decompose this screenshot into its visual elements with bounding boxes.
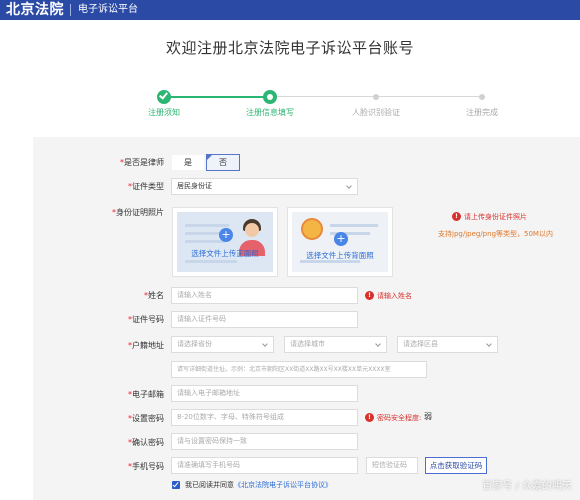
error-icon: ! <box>365 291 374 300</box>
id-back-upload[interactable]: + 选择文件上传背面照 <box>287 207 393 277</box>
id-front-placeholder: + 选择文件上传正面照 <box>177 212 273 272</box>
chevron-down-icon <box>486 341 492 347</box>
step-label-notice: 注册须知 <box>148 108 180 117</box>
password-strength-label: 密码安全程度: <box>377 414 422 422</box>
district-select[interactable]: 请选择区县 <box>397 336 498 353</box>
lawyer-no-option[interactable]: 否 <box>206 154 240 171</box>
email-input[interactable]: 请输入电子邮箱地址 <box>171 385 358 402</box>
city-select[interactable]: 请选择城市 <box>284 336 387 353</box>
page-title: 欢迎注册北京法院电子诉讼平台账号 <box>165 39 414 57</box>
step-complete-icon <box>157 90 171 104</box>
phone-input[interactable]: 请准确填写手机号码 <box>171 457 358 474</box>
error-icon: ! <box>365 413 374 422</box>
step-label-fill-info: 注册信息填写 <box>246 108 294 117</box>
lawyer-label: *是否是律师 <box>120 158 164 167</box>
id-number-label: *证件号码 <box>128 315 164 324</box>
step-current-icon <box>263 90 277 104</box>
id-type-label: *证件类型 <box>128 182 164 191</box>
password-strength-value: 弱 <box>424 412 432 421</box>
top-header-bar: 北京法院 电子诉讼平台 <box>0 0 580 20</box>
add-icon: + <box>334 232 348 246</box>
watermark: 百家号 / 众嘉的明天 <box>482 481 572 492</box>
step-progress-done-line <box>164 96 270 98</box>
household-label: *户籍地址 <box>128 341 164 350</box>
confirm-password-input[interactable]: 请与设置密码保持一致 <box>171 433 358 450</box>
upload-back-text: 选择文件上传背面照 <box>306 251 374 260</box>
id-photo-label: *身份证明照片 <box>112 208 164 217</box>
national-emblem-icon <box>301 218 323 240</box>
step-pending-icon <box>373 94 379 100</box>
error-icon: ! <box>452 212 461 221</box>
brand-divider <box>70 4 71 16</box>
agreement-text: 我已阅读并同意《北京法院电子诉讼平台协议》 <box>185 481 332 489</box>
platform-name: 电子诉讼平台 <box>78 4 138 15</box>
confirm-password-label: *确认密码 <box>128 438 164 447</box>
password-input[interactable]: 8-20位数字、字母、特殊符号组成 <box>171 409 358 426</box>
step-label-face-verify: 人脸识别验证 <box>352 108 400 117</box>
id-type-select[interactable]: 居民身份证 <box>171 178 358 195</box>
id-photo-warning: 请上传身份证件照片 <box>464 213 527 221</box>
phone-label: *手机号码 <box>128 462 164 471</box>
portrait-face <box>245 223 259 237</box>
email-label: *电子邮箱 <box>128 390 164 399</box>
name-label: *姓名 <box>144 291 164 300</box>
lawyer-yes-option[interactable]: 是 <box>171 154 205 171</box>
id-front-upload[interactable]: + 选择文件上传正面照 <box>172 207 278 277</box>
password-label: *设置密码 <box>128 414 164 423</box>
id-photo-format-hint: 支持jpg/jpeg/png等类型，50M以内 <box>438 230 553 238</box>
address-detail-input[interactable]: 请写详细街道住址。示例：北京市朝阳区XX街道XX路XX号XX楼XX单元XXXX室 <box>171 361 427 378</box>
id-number-input[interactable]: 请输入证件号码 <box>171 311 358 328</box>
brand-logo-text[interactable]: 北京法院 <box>6 1 64 19</box>
add-icon: + <box>219 228 233 242</box>
id-back-placeholder: + 选择文件上传背面照 <box>292 212 388 272</box>
sms-code-input[interactable]: 短信验证码 <box>366 457 418 474</box>
name-input[interactable]: 请输入姓名 <box>171 287 358 304</box>
agreement-link[interactable]: 《北京法院电子诉讼平台协议》 <box>234 481 332 489</box>
agreement-checkbox[interactable] <box>172 481 180 489</box>
province-select[interactable]: 请选择省份 <box>171 336 274 353</box>
step-pending-icon <box>479 94 485 100</box>
chevron-down-icon <box>346 183 352 189</box>
get-sms-code-button[interactable]: 点击获取验证码 <box>425 457 487 474</box>
upload-front-text: 选择文件上传正面照 <box>191 249 259 258</box>
chevron-down-icon <box>375 341 381 347</box>
name-error-text: 请输入姓名 <box>377 292 412 300</box>
chevron-down-icon <box>262 341 268 347</box>
step-label-complete: 注册完成 <box>466 108 498 117</box>
